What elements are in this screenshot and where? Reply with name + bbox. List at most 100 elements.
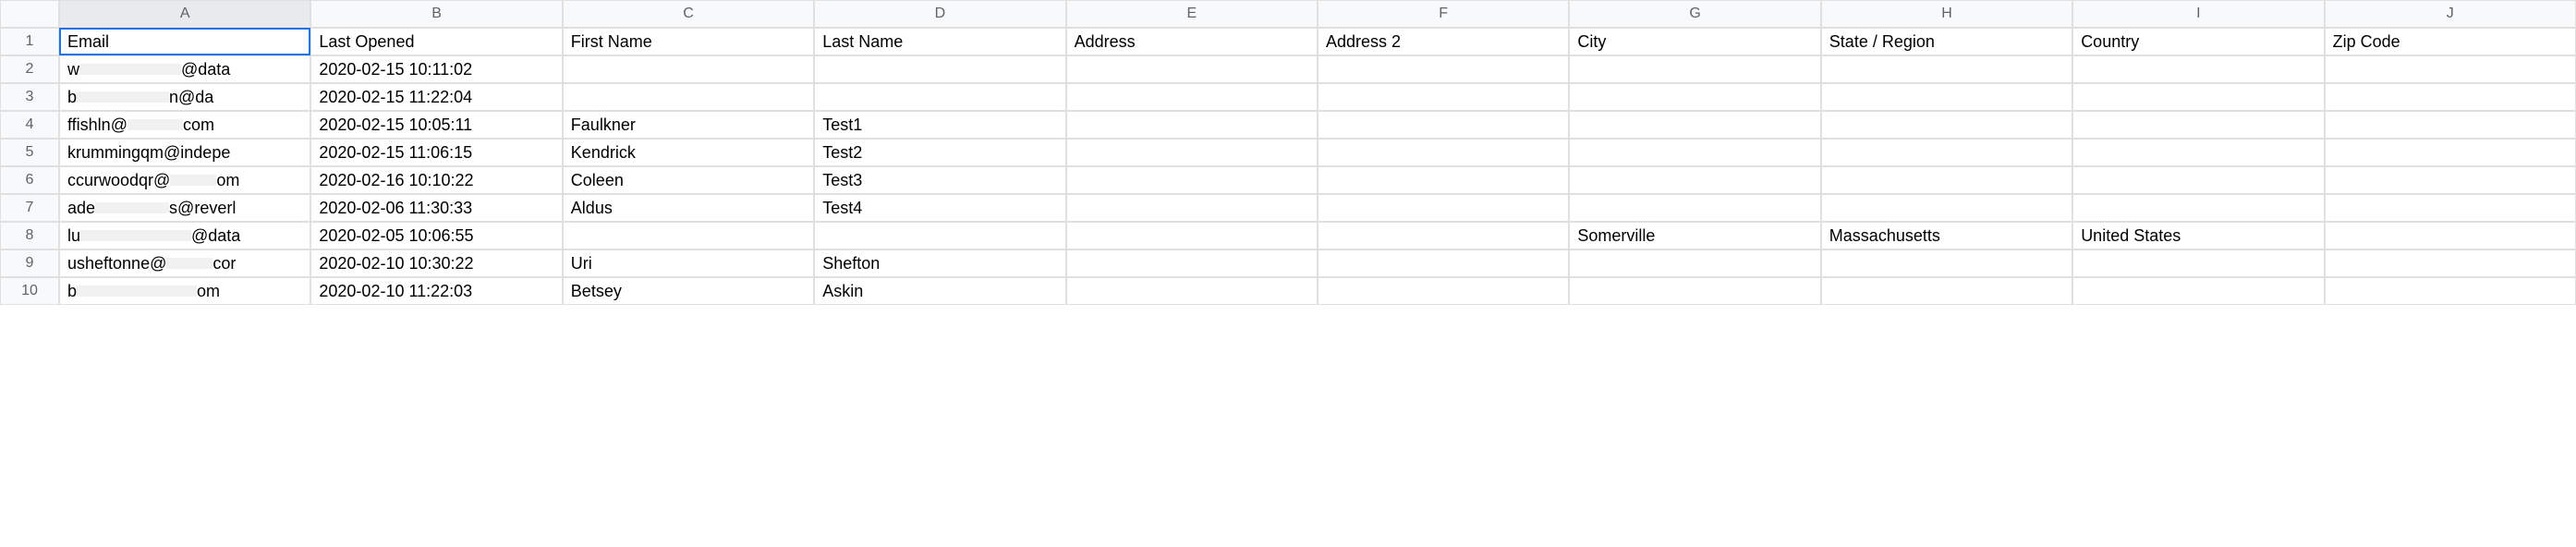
- cell-B10[interactable]: 2020-02-10 11:22:03: [310, 277, 562, 305]
- cell-D1[interactable]: Last Name: [814, 28, 1065, 55]
- row-header-7[interactable]: 7: [0, 194, 59, 222]
- cell-D10[interactable]: Askin: [814, 277, 1065, 305]
- cell-G3[interactable]: [1569, 83, 1820, 111]
- cell-J4[interactable]: [2325, 111, 2576, 139]
- cell-G5[interactable]: [1569, 139, 1820, 166]
- cell-F9[interactable]: [1318, 249, 1569, 277]
- row-header-4[interactable]: 4: [0, 111, 59, 139]
- cell-C4[interactable]: Faulkner: [563, 111, 814, 139]
- cell-C9[interactable]: Uri: [563, 249, 814, 277]
- cell-E1[interactable]: Address: [1066, 28, 1318, 55]
- col-header-J[interactable]: J: [2325, 0, 2576, 28]
- col-header-H[interactable]: H: [1821, 0, 2072, 28]
- cell-I5[interactable]: [2072, 139, 2324, 166]
- cell-E7[interactable]: [1066, 194, 1318, 222]
- cell-A3[interactable]: bn@da: [59, 83, 310, 111]
- cell-A9[interactable]: usheftonne@cor: [59, 249, 310, 277]
- cell-I6[interactable]: [2072, 166, 2324, 194]
- cell-I9[interactable]: [2072, 249, 2324, 277]
- col-header-C[interactable]: C: [563, 0, 814, 28]
- cell-C1[interactable]: First Name: [563, 28, 814, 55]
- cell-H9[interactable]: [1821, 249, 2072, 277]
- cell-A6[interactable]: ccurwoodqr@om: [59, 166, 310, 194]
- cell-E9[interactable]: [1066, 249, 1318, 277]
- cell-D3[interactable]: [814, 83, 1065, 111]
- cell-B2[interactable]: 2020-02-15 10:11:02: [310, 55, 562, 83]
- col-header-G[interactable]: G: [1569, 0, 1820, 28]
- cell-A4[interactable]: ffishln@com: [59, 111, 310, 139]
- cell-F10[interactable]: [1318, 277, 1569, 305]
- cell-C7[interactable]: Aldus: [563, 194, 814, 222]
- cell-A10[interactable]: bom: [59, 277, 310, 305]
- col-header-E[interactable]: E: [1066, 0, 1318, 28]
- cell-A5[interactable]: krummingqm@indepe: [59, 139, 310, 166]
- cell-J8[interactable]: [2325, 222, 2576, 249]
- row-header-3[interactable]: 3: [0, 83, 59, 111]
- cell-F5[interactable]: [1318, 139, 1569, 166]
- cell-G7[interactable]: [1569, 194, 1820, 222]
- corner-cell[interactable]: [0, 0, 59, 28]
- spreadsheet-grid[interactable]: A B C D E F G H I J 1 Email Last Opened …: [0, 0, 2576, 305]
- cell-E4[interactable]: [1066, 111, 1318, 139]
- col-header-D[interactable]: D: [814, 0, 1065, 28]
- cell-D2[interactable]: [814, 55, 1065, 83]
- cell-E8[interactable]: [1066, 222, 1318, 249]
- cell-G9[interactable]: [1569, 249, 1820, 277]
- cell-B9[interactable]: 2020-02-10 10:30:22: [310, 249, 562, 277]
- cell-J2[interactable]: [2325, 55, 2576, 83]
- cell-E10[interactable]: [1066, 277, 1318, 305]
- cell-H1[interactable]: State / Region: [1821, 28, 2072, 55]
- cell-J5[interactable]: [2325, 139, 2576, 166]
- cell-E3[interactable]: [1066, 83, 1318, 111]
- cell-I3[interactable]: [2072, 83, 2324, 111]
- col-header-A[interactable]: A: [59, 0, 310, 28]
- cell-H5[interactable]: [1821, 139, 2072, 166]
- cell-A1[interactable]: Email: [59, 28, 310, 55]
- cell-F4[interactable]: [1318, 111, 1569, 139]
- cell-B6[interactable]: 2020-02-16 10:10:22: [310, 166, 562, 194]
- cell-A2[interactable]: w@data: [59, 55, 310, 83]
- cell-B5[interactable]: 2020-02-15 11:06:15: [310, 139, 562, 166]
- cell-I7[interactable]: [2072, 194, 2324, 222]
- cell-I1[interactable]: Country: [2072, 28, 2324, 55]
- cell-B8[interactable]: 2020-02-05 10:06:55: [310, 222, 562, 249]
- cell-I10[interactable]: [2072, 277, 2324, 305]
- cell-C3[interactable]: [563, 83, 814, 111]
- cell-H10[interactable]: [1821, 277, 2072, 305]
- cell-F7[interactable]: [1318, 194, 1569, 222]
- cell-D9[interactable]: Shefton: [814, 249, 1065, 277]
- row-header-6[interactable]: 6: [0, 166, 59, 194]
- cell-H2[interactable]: [1821, 55, 2072, 83]
- cell-A7[interactable]: ades@reverl: [59, 194, 310, 222]
- cell-B7[interactable]: 2020-02-06 11:30:33: [310, 194, 562, 222]
- cell-J6[interactable]: [2325, 166, 2576, 194]
- col-header-B[interactable]: B: [310, 0, 562, 28]
- cell-F1[interactable]: Address 2: [1318, 28, 1569, 55]
- cell-F2[interactable]: [1318, 55, 1569, 83]
- row-header-2[interactable]: 2: [0, 55, 59, 83]
- cell-H3[interactable]: [1821, 83, 2072, 111]
- cell-G1[interactable]: City: [1569, 28, 1820, 55]
- cell-D4[interactable]: Test1: [814, 111, 1065, 139]
- cell-C2[interactable]: [563, 55, 814, 83]
- cell-F8[interactable]: [1318, 222, 1569, 249]
- col-header-F[interactable]: F: [1318, 0, 1569, 28]
- cell-H8[interactable]: Massachusetts: [1821, 222, 2072, 249]
- row-header-1[interactable]: 1: [0, 28, 59, 55]
- cell-J9[interactable]: [2325, 249, 2576, 277]
- cell-J10[interactable]: [2325, 277, 2576, 305]
- cell-G6[interactable]: [1569, 166, 1820, 194]
- cell-E6[interactable]: [1066, 166, 1318, 194]
- cell-F3[interactable]: [1318, 83, 1569, 111]
- row-header-5[interactable]: 5: [0, 139, 59, 166]
- cell-I2[interactable]: [2072, 55, 2324, 83]
- cell-G8[interactable]: Somerville: [1569, 222, 1820, 249]
- cell-I8[interactable]: United States: [2072, 222, 2324, 249]
- cell-C5[interactable]: Kendrick: [563, 139, 814, 166]
- cell-B1[interactable]: Last Opened: [310, 28, 562, 55]
- cell-C8[interactable]: [563, 222, 814, 249]
- cell-C10[interactable]: Betsey: [563, 277, 814, 305]
- col-header-I[interactable]: I: [2072, 0, 2324, 28]
- cell-H4[interactable]: [1821, 111, 2072, 139]
- row-header-10[interactable]: 10: [0, 277, 59, 305]
